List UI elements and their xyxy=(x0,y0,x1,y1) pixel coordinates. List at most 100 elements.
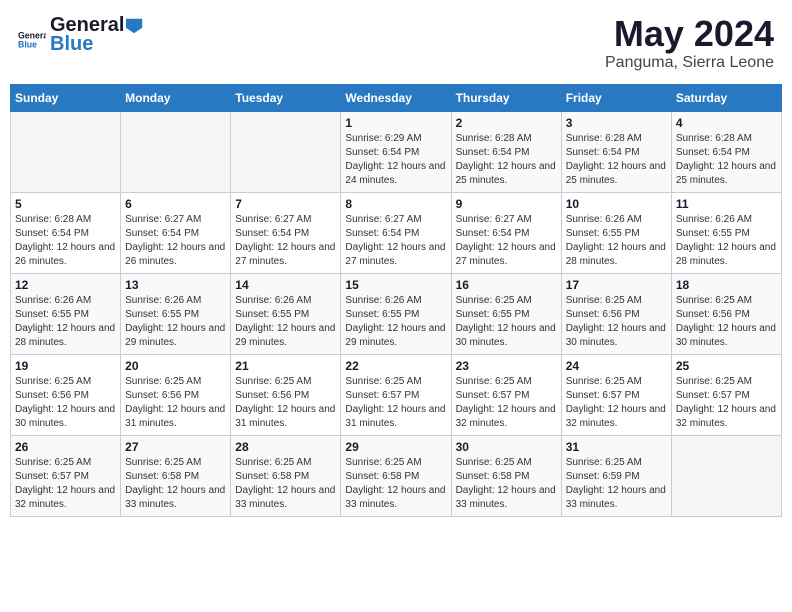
day-number: 11 xyxy=(676,197,777,211)
calendar-cell xyxy=(11,111,121,192)
header-sunday: Sunday xyxy=(11,84,121,111)
calendar-cell: 15Sunrise: 6:26 AM Sunset: 6:55 PM Dayli… xyxy=(341,273,451,354)
day-number: 3 xyxy=(566,116,667,130)
day-info: Sunrise: 6:25 AM Sunset: 6:57 PM Dayligh… xyxy=(456,375,557,431)
calendar-week-row: 1Sunrise: 6:29 AM Sunset: 6:54 PM Daylig… xyxy=(11,111,782,192)
calendar-cell: 13Sunrise: 6:26 AM Sunset: 6:55 PM Dayli… xyxy=(121,273,231,354)
calendar-cell: 18 Sunrise: 6:25 AM Sunset: 6:56 PM Dayli… xyxy=(671,273,781,354)
calendar-cell: 1Sunrise: 6:29 AM Sunset: 6:54 PM Daylig… xyxy=(341,111,451,192)
day-info: Sunrise: 6:27 AM Sunset: 6:54 PM Dayligh… xyxy=(345,213,446,269)
day-number: 7 xyxy=(235,197,336,211)
day-info: Sunrise: 6:26 AM Sunset: 6:55 PM Dayligh… xyxy=(125,294,226,350)
day-info: Sunrise: 6:25 AM Sunset: 6:58 PM Dayligh… xyxy=(235,456,336,512)
calendar-cell: 23Sunrise: 6:25 AM Sunset: 6:57 PM Dayli… xyxy=(451,354,561,435)
page-header: General Blue General Blue May 2024 Pangu… xyxy=(10,10,782,76)
calendar-cell: 24Sunrise: 6:25 AM Sunset: 6:57 PM Dayli… xyxy=(561,354,671,435)
calendar-title: May 2024 xyxy=(605,14,774,54)
day-number: 30 xyxy=(456,440,557,454)
day-number: 14 xyxy=(235,278,336,292)
day-number: 21 xyxy=(235,359,336,373)
title-block: May 2024 Panguma, Sierra Leone xyxy=(605,14,774,72)
calendar-cell: 25Sunrise: 6:25 AM Sunset: 6:57 PM Dayli… xyxy=(671,354,781,435)
day-info: Sunrise: 6:25 AM Sunset: 6:56 PM Dayligh… xyxy=(676,294,777,350)
day-number: 4 xyxy=(676,116,777,130)
day-info: Sunrise: 6:25 AM Sunset: 6:56 PM Dayligh… xyxy=(125,375,226,431)
day-info: Sunrise: 6:25 AM Sunset: 6:56 PM Dayligh… xyxy=(566,294,667,350)
calendar-cell: 12 Sunrise: 6:26 AM Sunset: 6:55 PM Dayli… xyxy=(11,273,121,354)
day-info: Sunrise: 6:27 AM Sunset: 6:54 PM Dayligh… xyxy=(125,213,226,269)
logo-icon: General Blue xyxy=(18,21,46,49)
calendar-cell: 29 Sunrise: 6:25 AM Sunset: 6:58 PM Dayli… xyxy=(341,435,451,516)
calendar-week-row: 26 Sunrise: 6:25 AM Sunset: 6:57 PM Dayli… xyxy=(11,435,782,516)
day-number: 18 xyxy=(676,278,777,292)
calendar-cell: 26 Sunrise: 6:25 AM Sunset: 6:57 PM Dayli… xyxy=(11,435,121,516)
day-info: Sunrise: 6:25 AM Sunset: 6:57 PM Dayligh… xyxy=(676,375,777,431)
svg-text:Blue: Blue xyxy=(18,39,37,49)
logo: General Blue General Blue xyxy=(18,14,144,56)
day-info: Sunrise: 6:28 AM Sunset: 6:54 PM Dayligh… xyxy=(456,132,557,188)
calendar-week-row: 5Sunrise: 6:28 AM Sunset: 6:54 PM Daylig… xyxy=(11,192,782,273)
calendar-cell: 22 Sunrise: 6:25 AM Sunset: 6:57 PM Dayli… xyxy=(341,354,451,435)
day-info: Sunrise: 6:27 AM Sunset: 6:54 PM Dayligh… xyxy=(235,213,336,269)
calendar-cell: 7 Sunrise: 6:27 AM Sunset: 6:54 PM Daylig… xyxy=(231,192,341,273)
day-number: 29 xyxy=(345,440,446,454)
calendar-week-row: 19 Sunrise: 6:25 AM Sunset: 6:56 PM Dayli… xyxy=(11,354,782,435)
day-number: 12 xyxy=(15,278,116,292)
day-info: Sunrise: 6:25 AM Sunset: 6:58 PM Dayligh… xyxy=(345,456,446,512)
day-number: 16 xyxy=(456,278,557,292)
day-number: 15 xyxy=(345,278,446,292)
day-number: 31 xyxy=(566,440,667,454)
day-number: 28 xyxy=(235,440,336,454)
calendar-cell: 6 Sunrise: 6:27 AM Sunset: 6:54 PM Daylig… xyxy=(121,192,231,273)
day-info: Sunrise: 6:25 AM Sunset: 6:57 PM Dayligh… xyxy=(566,375,667,431)
day-info: Sunrise: 6:26 AM Sunset: 6:55 PM Dayligh… xyxy=(235,294,336,350)
calendar-cell: 31Sunrise: 6:25 AM Sunset: 6:59 PM Dayli… xyxy=(561,435,671,516)
header-monday: Monday xyxy=(121,84,231,111)
day-info: Sunrise: 6:28 AM Sunset: 6:54 PM Dayligh… xyxy=(566,132,667,188)
day-info: Sunrise: 6:25 AM Sunset: 6:57 PM Dayligh… xyxy=(15,456,116,512)
calendar-cell xyxy=(671,435,781,516)
day-info: Sunrise: 6:25 AM Sunset: 6:56 PM Dayligh… xyxy=(15,375,116,431)
day-info: Sunrise: 6:25 AM Sunset: 6:57 PM Dayligh… xyxy=(345,375,446,431)
header-wednesday: Wednesday xyxy=(341,84,451,111)
day-info: Sunrise: 6:28 AM Sunset: 6:54 PM Dayligh… xyxy=(676,132,777,188)
day-number: 20 xyxy=(125,359,226,373)
day-info: Sunrise: 6:26 AM Sunset: 6:55 PM Dayligh… xyxy=(566,213,667,269)
calendar-cell: 14 Sunrise: 6:26 AM Sunset: 6:55 PM Dayli… xyxy=(231,273,341,354)
calendar-cell: 11 Sunrise: 6:26 AM Sunset: 6:55 PM Dayli… xyxy=(671,192,781,273)
header-saturday: Saturday xyxy=(671,84,781,111)
day-number: 26 xyxy=(15,440,116,454)
day-number: 22 xyxy=(345,359,446,373)
calendar-cell: 10 Sunrise: 6:26 AM Sunset: 6:55 PM Dayli… xyxy=(561,192,671,273)
day-number: 27 xyxy=(125,440,226,454)
day-info: Sunrise: 6:25 AM Sunset: 6:58 PM Dayligh… xyxy=(125,456,226,512)
day-number: 10 xyxy=(566,197,667,211)
day-info: Sunrise: 6:28 AM Sunset: 6:54 PM Dayligh… xyxy=(15,213,116,269)
calendar-cell: 16 Sunrise: 6:25 AM Sunset: 6:55 PM Dayli… xyxy=(451,273,561,354)
day-number: 6 xyxy=(125,197,226,211)
calendar-table: SundayMondayTuesdayWednesdayThursdayFrid… xyxy=(10,84,782,517)
day-info: Sunrise: 6:26 AM Sunset: 6:55 PM Dayligh… xyxy=(15,294,116,350)
calendar-subtitle: Panguma, Sierra Leone xyxy=(605,54,774,72)
day-number: 19 xyxy=(15,359,116,373)
calendar-cell: 27 Sunrise: 6:25 AM Sunset: 6:58 PM Dayli… xyxy=(121,435,231,516)
calendar-cell xyxy=(121,111,231,192)
day-info: Sunrise: 6:25 AM Sunset: 6:58 PM Dayligh… xyxy=(456,456,557,512)
calendar-cell: 21 Sunrise: 6:25 AM Sunset: 6:56 PM Dayli… xyxy=(231,354,341,435)
calendar-cell: 5Sunrise: 6:28 AM Sunset: 6:54 PM Daylig… xyxy=(11,192,121,273)
calendar-cell: 17Sunrise: 6:25 AM Sunset: 6:56 PM Dayli… xyxy=(561,273,671,354)
day-number: 9 xyxy=(456,197,557,211)
day-info: Sunrise: 6:25 AM Sunset: 6:55 PM Dayligh… xyxy=(456,294,557,350)
header-thursday: Thursday xyxy=(451,84,561,111)
day-info: Sunrise: 6:26 AM Sunset: 6:55 PM Dayligh… xyxy=(676,213,777,269)
header-friday: Friday xyxy=(561,84,671,111)
calendar-cell: 2Sunrise: 6:28 AM Sunset: 6:54 PM Daylig… xyxy=(451,111,561,192)
day-info: Sunrise: 6:27 AM Sunset: 6:54 PM Dayligh… xyxy=(456,213,557,269)
day-info: Sunrise: 6:25 AM Sunset: 6:56 PM Dayligh… xyxy=(235,375,336,431)
logo-chevron-icon xyxy=(126,17,144,35)
header-tuesday: Tuesday xyxy=(231,84,341,111)
calendar-cell: 3 Sunrise: 6:28 AM Sunset: 6:54 PM Daylig… xyxy=(561,111,671,192)
calendar-cell: 8Sunrise: 6:27 AM Sunset: 6:54 PM Daylig… xyxy=(341,192,451,273)
day-number: 1 xyxy=(345,116,446,130)
calendar-cell xyxy=(231,111,341,192)
